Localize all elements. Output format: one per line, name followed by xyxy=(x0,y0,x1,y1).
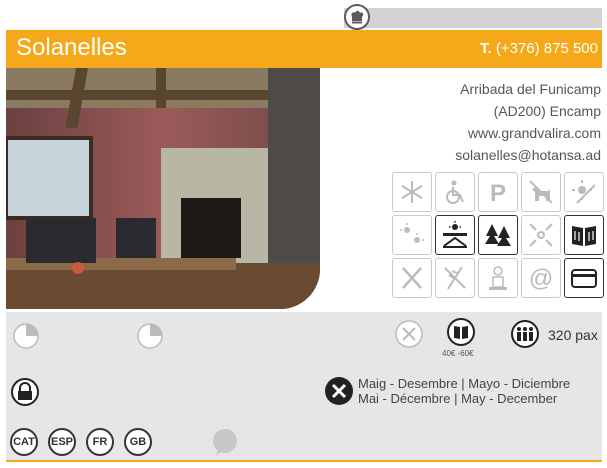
season-dates: Maig - Desembre | Mayo - Diciembre Mai -… xyxy=(358,376,570,406)
pets-icon xyxy=(521,172,561,212)
address-line2: (AD200) Encamp xyxy=(493,103,601,119)
sun-disabled-icon xyxy=(564,172,604,212)
lang-gb[interactable]: GB xyxy=(124,428,152,456)
arrows-center-icon xyxy=(521,215,561,255)
website-link[interactable]: www.grandvalira.com xyxy=(455,122,601,144)
price-max: 60 xyxy=(460,349,470,358)
wheelchair-icon xyxy=(435,172,475,212)
phone-number[interactable]: T. (+376) 875 500 xyxy=(480,40,598,57)
people-icon xyxy=(511,320,539,348)
snowflake-icon xyxy=(392,172,432,212)
info-panel: 40€ -60€ 320 pax Maig - Desembre | Mayo … xyxy=(6,312,602,460)
restaurant-name: Solanelles xyxy=(16,34,127,61)
at-icon: @ xyxy=(521,258,561,298)
chef-hat-icon xyxy=(344,4,370,30)
address-line1: Arribada del Funicamp xyxy=(460,81,601,97)
price-range: 40€ -60€ xyxy=(442,349,474,358)
svg-text:@: @ xyxy=(529,265,553,292)
capacity: 320 pax xyxy=(548,327,598,343)
season-line2: Mai - Décembre | May - December xyxy=(358,391,558,406)
restaurant-photo xyxy=(6,68,320,309)
menu-price-icon xyxy=(447,318,475,346)
terrace-icon xyxy=(435,215,475,255)
price-min: 40 xyxy=(442,349,451,358)
parking-icon: P xyxy=(478,172,518,212)
credit-card-icon xyxy=(564,258,604,298)
phone-prefix: T. xyxy=(479,40,492,57)
speech-bubble-icon xyxy=(213,429,237,455)
closed-x-icon xyxy=(325,377,353,405)
sun-small-icon xyxy=(392,215,432,255)
clock-quarter-icon xyxy=(137,323,163,349)
email-link[interactable]: solanelles@hotansa.ad xyxy=(455,144,601,166)
trees-icon xyxy=(478,215,518,255)
lang-cat[interactable]: CAT xyxy=(10,428,38,456)
top-decor-bar xyxy=(344,8,602,28)
svg-text:P: P xyxy=(490,180,506,207)
cutlery-off-icon xyxy=(392,258,432,298)
phone-value: (+376) 875 500 xyxy=(495,40,598,57)
title-bar: Solanelles T. (+376) 875 500 xyxy=(6,30,602,68)
wheat-off-icon xyxy=(435,258,475,298)
menu-book-icon xyxy=(564,215,604,255)
clock-quarter-icon xyxy=(13,323,39,349)
address-block: Arribada del Funicamp (AD200) Encamp www… xyxy=(455,78,601,166)
season-line1: Maig - Desembre | Mayo - Diciembre xyxy=(358,376,571,391)
no-cutlery-icon xyxy=(395,320,423,348)
lock-icon xyxy=(11,378,39,406)
lang-esp[interactable]: ESP xyxy=(48,428,76,456)
bottom-divider xyxy=(6,460,602,462)
kids-chef-icon xyxy=(478,258,518,298)
lang-fr[interactable]: FR xyxy=(86,428,114,456)
amenities-grid: P @ xyxy=(392,172,604,298)
